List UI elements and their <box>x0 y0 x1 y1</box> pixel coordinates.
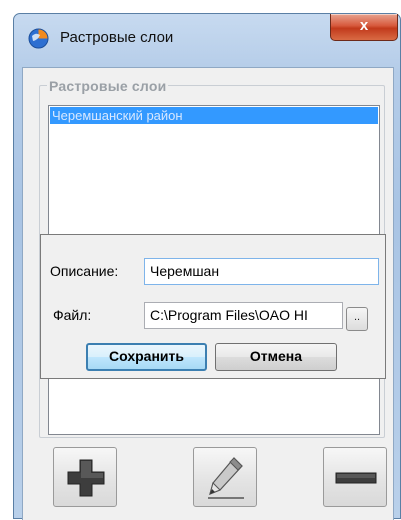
edit-layer-dialog: Описание: Черемшан Файл: C:\Program File… <box>40 234 386 379</box>
add-layer-button[interactable] <box>53 447 117 507</box>
description-field[interactable]: Черемшан <box>144 258 379 285</box>
app-globe-icon <box>28 28 49 49</box>
pencil-icon <box>208 457 244 499</box>
file-label: Файл: <box>53 307 92 323</box>
title-bar[interactable]: Растровые слои x <box>14 14 400 66</box>
browse-button[interactable]: .. <box>346 307 368 331</box>
file-path-field[interactable]: C:\Program Files\OAO HI <box>144 302 343 329</box>
minus-icon <box>335 472 377 484</box>
list-item[interactable]: Черемшанский район <box>50 107 378 124</box>
remove-layer-button[interactable] <box>323 447 387 507</box>
save-button[interactable]: Сохранить <box>86 343 207 371</box>
description-label: Описание: <box>50 263 119 279</box>
edit-layer-button[interactable] <box>193 447 257 507</box>
group-caption: Растровые слои <box>47 78 169 94</box>
window-title: Растровые слои <box>60 29 174 46</box>
plus-icon <box>67 459 105 497</box>
close-button[interactable]: x <box>330 14 398 41</box>
cancel-button[interactable]: Отмена <box>215 343 337 371</box>
